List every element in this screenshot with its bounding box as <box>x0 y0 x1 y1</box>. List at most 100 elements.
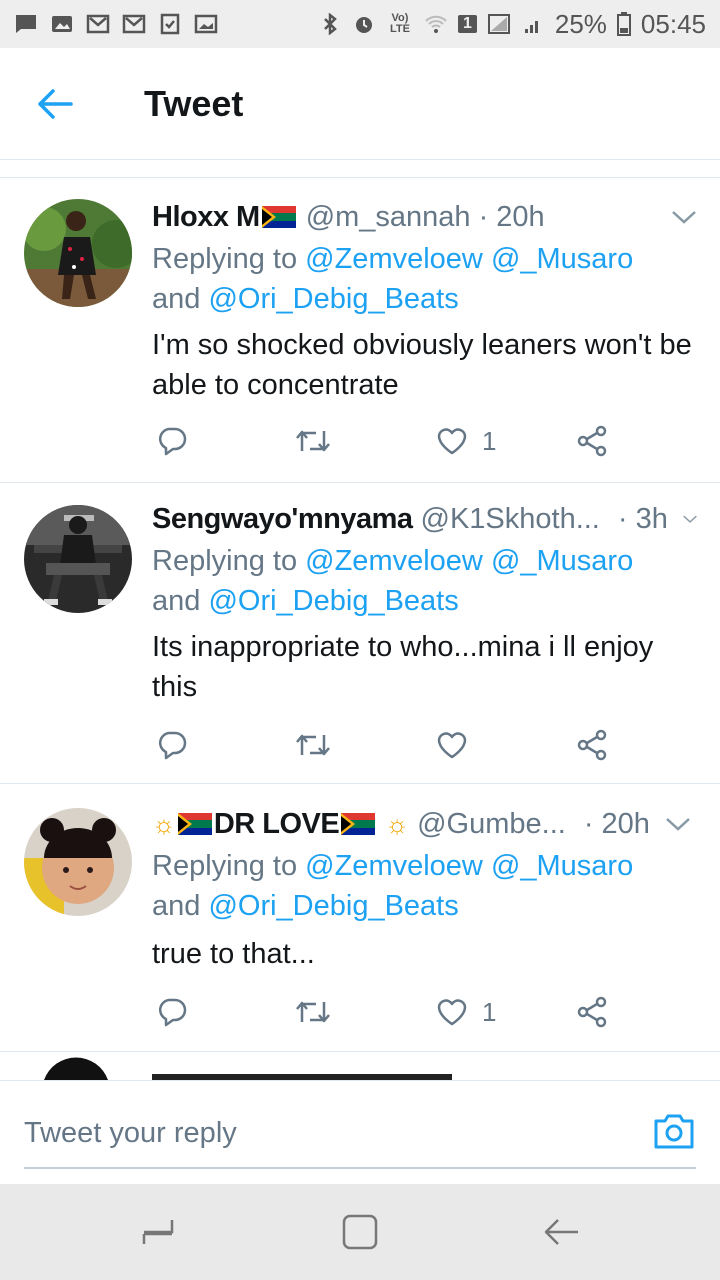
timestamp: · 3h <box>617 502 668 535</box>
south-africa-flag-icon <box>341 813 376 835</box>
mention-link[interactable]: @_Musaro <box>491 850 633 882</box>
mention-link[interactable]: @Zemveloew <box>305 850 483 882</box>
tweet-header: ☼ DR LOVE ☼ @Gumbe... · 20h <box>152 804 698 844</box>
tweet-actions <box>152 723 632 767</box>
mention-link[interactable]: @_Musaro <box>491 545 633 577</box>
signal-icon <box>487 14 510 34</box>
share-icon <box>577 729 607 761</box>
replying-to: Replying to @Zemveloew @_Musaro and @Ori… <box>152 541 700 621</box>
share-button[interactable] <box>576 990 608 1034</box>
share-icon <box>577 425 607 457</box>
tweet[interactable]: Sengwayo'mnyama @K1Skhoth... · 3h Replyi… <box>0 483 720 784</box>
chevron-down-icon[interactable] <box>670 208 698 226</box>
tweet-header: Sengwayo'mnyama @K1Skhoth... · 3h <box>152 499 698 539</box>
system-nav-bar <box>0 1184 720 1280</box>
reply-button[interactable] <box>156 419 188 463</box>
wifi-icon <box>425 15 447 33</box>
like-button[interactable]: 1 <box>436 419 496 463</box>
replying-label: Replying to <box>152 243 298 275</box>
timestamp: · 20h <box>583 807 650 840</box>
like-count: 1 <box>482 425 497 456</box>
tweet[interactable]: Hloxx M @m_sannah · 20h Replying to @Zem… <box>0 179 720 483</box>
retweet-button[interactable] <box>294 990 332 1034</box>
sun-emoji-icon: ☼ <box>152 808 176 839</box>
heart-icon <box>437 732 467 759</box>
battery-icon <box>616 12 631 36</box>
tweet-header: Hloxx M @m_sannah · 20h <box>152 197 698 237</box>
share-button[interactable] <box>576 723 608 767</box>
and-label: and <box>152 283 201 315</box>
alarm-icon <box>355 17 372 33</box>
retweet-icon <box>296 1001 330 1023</box>
retweet-icon <box>296 430 330 452</box>
reply-button[interactable] <box>156 723 188 767</box>
retweet-button[interactable] <box>294 723 332 767</box>
tweet-text: Its inappropriate to who...mina i ll enj… <box>152 631 654 703</box>
recents-button[interactable] <box>138 1212 178 1252</box>
task-icon <box>160 13 180 35</box>
message-icon <box>16 15 36 33</box>
mention-link[interactable]: @Ori_Debig_Beats <box>208 890 458 922</box>
like-button[interactable]: 1 <box>436 990 496 1034</box>
gmail-icon <box>122 14 146 34</box>
user-handle[interactable]: @m_sannah <box>306 201 471 234</box>
back-button[interactable] <box>0 48 110 160</box>
tweet-actions: 1 <box>152 990 632 1034</box>
signal-icon <box>524 21 538 33</box>
south-africa-flag-icon <box>261 206 296 228</box>
retweet-icon <box>296 734 330 756</box>
home-icon <box>342 1214 378 1250</box>
replying-to: Replying to @Zemveloew @_Musaro and @Ori… <box>152 239 700 319</box>
back-nav-button[interactable] <box>542 1212 582 1252</box>
avatar[interactable] <box>24 199 132 307</box>
mention-link[interactable]: @Zemveloew <box>305 243 483 275</box>
user-handle[interactable]: @K1Skhoth... <box>421 503 600 536</box>
user-handle[interactable]: @Gumbe... <box>417 808 566 841</box>
south-africa-flag-icon <box>177 813 212 835</box>
bluetooth-icon <box>324 13 337 35</box>
avatar[interactable] <box>24 808 132 916</box>
tweet-actions: 1 <box>152 419 632 463</box>
like-button[interactable] <box>436 723 482 767</box>
avatar[interactable] <box>24 505 132 613</box>
mention-link[interactable]: @Zemveloew <box>305 545 483 577</box>
reply-composer: Tweet your reply <box>0 1080 720 1184</box>
replying-to: Replying to @Zemveloew @_Musaro and @Ori… <box>152 846 700 926</box>
chevron-down-icon[interactable] <box>682 510 698 528</box>
mention-link[interactable]: @Ori_Debig_Beats <box>208 283 458 315</box>
retweet-button[interactable] <box>294 419 332 463</box>
mention-link[interactable]: @_Musaro <box>491 243 633 275</box>
status-bar: Vo) LTE 1 25% 05:45 <box>0 0 720 48</box>
camera-button[interactable] <box>652 1111 696 1155</box>
camera-icon <box>654 1114 694 1149</box>
top-app-bar: Tweet <box>0 48 720 160</box>
display-name[interactable]: Sengwayo'mnyama <box>152 503 413 536</box>
tweet-text: I'm so shocked obviously leaners won't b… <box>152 329 692 401</box>
display-name[interactable]: DR LOVE <box>214 808 340 841</box>
heart-icon <box>437 999 467 1026</box>
and-label: and <box>152 890 201 922</box>
reply-button[interactable] <box>156 990 188 1034</box>
home-button[interactable] <box>340 1212 380 1252</box>
arrow-left-icon <box>38 88 73 119</box>
mention-link[interactable]: @Ori_Debig_Beats <box>208 585 458 617</box>
share-icon <box>577 996 607 1028</box>
and-label: and <box>152 585 201 617</box>
back-nav-icon <box>544 1219 578 1245</box>
chevron-down-icon[interactable] <box>664 815 692 833</box>
battery-percent: 25% <box>554 8 607 39</box>
recents-icon <box>142 1220 174 1244</box>
display-name[interactable]: Hloxx M <box>152 201 260 234</box>
tweet-text: true to that... <box>152 938 315 970</box>
clock: 05:45 <box>640 8 706 39</box>
partial-tweet <box>0 1052 720 1080</box>
share-button[interactable] <box>576 419 608 463</box>
gmail-icon <box>86 14 110 34</box>
sun-emoji-icon: ☼ <box>385 808 410 839</box>
heart-icon <box>437 428 467 455</box>
timestamp: · 20h <box>478 200 545 233</box>
tweet[interactable]: ☼ DR LOVE ☼ @Gumbe... · 20h Replying to … <box>0 784 720 1052</box>
section-divider <box>0 160 720 178</box>
system-status: Vo) LTE 1 25% 05:45 <box>318 9 706 40</box>
reply-input[interactable]: Tweet your reply <box>24 1111 696 1169</box>
